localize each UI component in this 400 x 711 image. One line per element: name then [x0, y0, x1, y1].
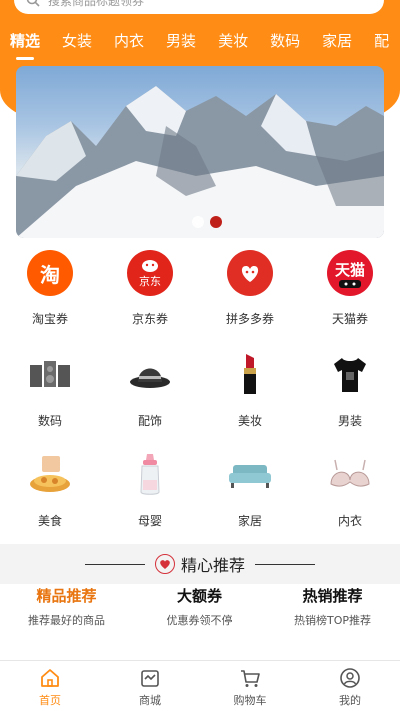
category-baby-label: 母婴 [137, 514, 162, 528]
pinduoduo-logo-icon [227, 250, 273, 296]
section-title: 精心推荐 [180, 556, 245, 575]
carousel-dots [192, 216, 222, 228]
category-home-label: 家居 [237, 514, 262, 528]
coupon-pinduoduo-label: 拼多多券 [225, 312, 274, 326]
recommend-title: 大额券 [176, 587, 222, 605]
nav-profile[interactable]: 我的 [300, 661, 400, 711]
snack-food-icon [26, 450, 74, 498]
recommend-title: 精品推荐 [36, 587, 97, 605]
category-digital-label: 数码 [37, 414, 62, 428]
baby-bottle-icon [126, 450, 174, 498]
category-digital[interactable]: 数码 [0, 350, 100, 429]
category-makeup[interactable]: 美妆 [200, 350, 300, 429]
category-accessories-label: 配饰 [137, 414, 162, 428]
tab-meizhuang[interactable]: 美妆 [218, 26, 248, 56]
carousel-dot-active[interactable] [210, 216, 222, 228]
lipstick-icon [226, 350, 274, 398]
bucket-hat-icon [126, 350, 174, 398]
tab-jiaju[interactable]: 家居 [322, 26, 352, 56]
speakers-icon [26, 350, 74, 398]
recommend-subtitle: 优惠券领不停 [166, 614, 233, 627]
bottom-navigation: 首页 商城 购物车 我的 [0, 660, 400, 711]
tab-jingxuan[interactable]: 精选 [10, 26, 40, 60]
heart-icon [154, 554, 175, 574]
tab-shuma[interactable]: 数码 [270, 26, 300, 56]
carousel-dot[interactable] [192, 216, 204, 228]
tmall-logo-icon: 天猫 [327, 250, 373, 296]
nav-cart[interactable]: 购物车 [200, 661, 300, 711]
nav-store-label: 商城 [139, 694, 161, 707]
nav-cart-label: 购物车 [233, 694, 267, 707]
category-menswear[interactable]: 男装 [300, 350, 400, 429]
tab-nanzhuang[interactable]: 男装 [166, 26, 196, 56]
category-food[interactable]: 美食 [0, 450, 100, 529]
category-food-label: 美食 [37, 514, 62, 528]
category-accessories[interactable]: 配饰 [100, 350, 200, 429]
home-icon [41, 669, 59, 687]
search-icon [26, 0, 40, 7]
category-home[interactable]: 家居 [200, 450, 300, 529]
category-row-1: 数码 配饰 美妆 男装 [0, 350, 400, 429]
recommend-subtitle: 推荐最好的商品 [28, 614, 105, 627]
tab-nvzhuang[interactable]: 女装 [62, 26, 92, 56]
tab-pei[interactable]: 配 [374, 26, 389, 56]
tshirt-icon [326, 350, 374, 398]
recommend-tab-featured[interactable]: 精品推荐 推荐最好的商品 [0, 586, 133, 628]
coupon-tmall-label: 天猫券 [331, 312, 368, 326]
divider-line [84, 563, 145, 565]
coupon-jd-label: 京东券 [131, 312, 168, 326]
coupon-taobao-label: 淘宝券 [31, 312, 68, 326]
nav-home-label: 首页 [39, 694, 61, 707]
store-icon [141, 670, 159, 687]
section-header: 精心推荐 [0, 544, 400, 584]
recommend-tab-hot[interactable]: 热销推荐 热销榜TOP推荐 [266, 586, 399, 628]
category-menswear-label: 男装 [337, 414, 362, 428]
coupon-taobao[interactable]: 淘 淘宝券 [0, 250, 100, 327]
user-icon [340, 668, 360, 688]
search-bar[interactable]: 搜索商品标题领券 [14, 0, 384, 14]
nav-store[interactable]: 商城 [100, 661, 200, 711]
category-tabs: 精选 女装 内衣 男装 美妆 数码 家居 配 [0, 26, 400, 62]
banner-carousel[interactable] [16, 66, 384, 238]
tab-neiyi[interactable]: 内衣 [114, 26, 144, 56]
recommend-title: 热销推荐 [302, 587, 363, 605]
nav-home[interactable]: 首页 [0, 661, 100, 711]
category-underwear[interactable]: 内衣 [300, 450, 400, 529]
sofa-icon [226, 450, 274, 498]
recommend-subtitle: 热销榜TOP推荐 [293, 614, 371, 627]
recommend-tab-big-coupon[interactable]: 大额券 优惠券领不停 [133, 586, 266, 628]
recommend-tabs: 精品推荐 推荐最好的商品 大额券 优惠券领不停 热销推荐 热销榜TOP推荐 [0, 586, 400, 628]
bra-icon [326, 450, 374, 498]
taobao-logo-icon: 淘 [27, 250, 73, 296]
coupon-jd[interactable]: 京东 京东券 [100, 250, 200, 327]
mountain-banner-image [16, 86, 384, 238]
jd-logo-icon: 京东 [127, 250, 173, 296]
coupon-pinduoduo[interactable]: 拼多多券 [200, 250, 300, 327]
divider-line [255, 563, 315, 565]
cart-icon [241, 670, 260, 687]
search-placeholder: 搜索商品标题领券 [48, 0, 145, 8]
category-makeup-label: 美妆 [237, 414, 262, 428]
nav-profile-label: 我的 [339, 694, 361, 707]
category-row-2: 美食 母婴 家居 内衣 [0, 450, 400, 529]
category-underwear-label: 内衣 [337, 514, 362, 528]
coupon-row: 淘 淘宝券 京东 京东券 拼多多券 天猫 天猫券 [0, 250, 400, 327]
coupon-tmall[interactable]: 天猫 天猫券 [300, 250, 400, 327]
category-baby[interactable]: 母婴 [100, 450, 200, 529]
